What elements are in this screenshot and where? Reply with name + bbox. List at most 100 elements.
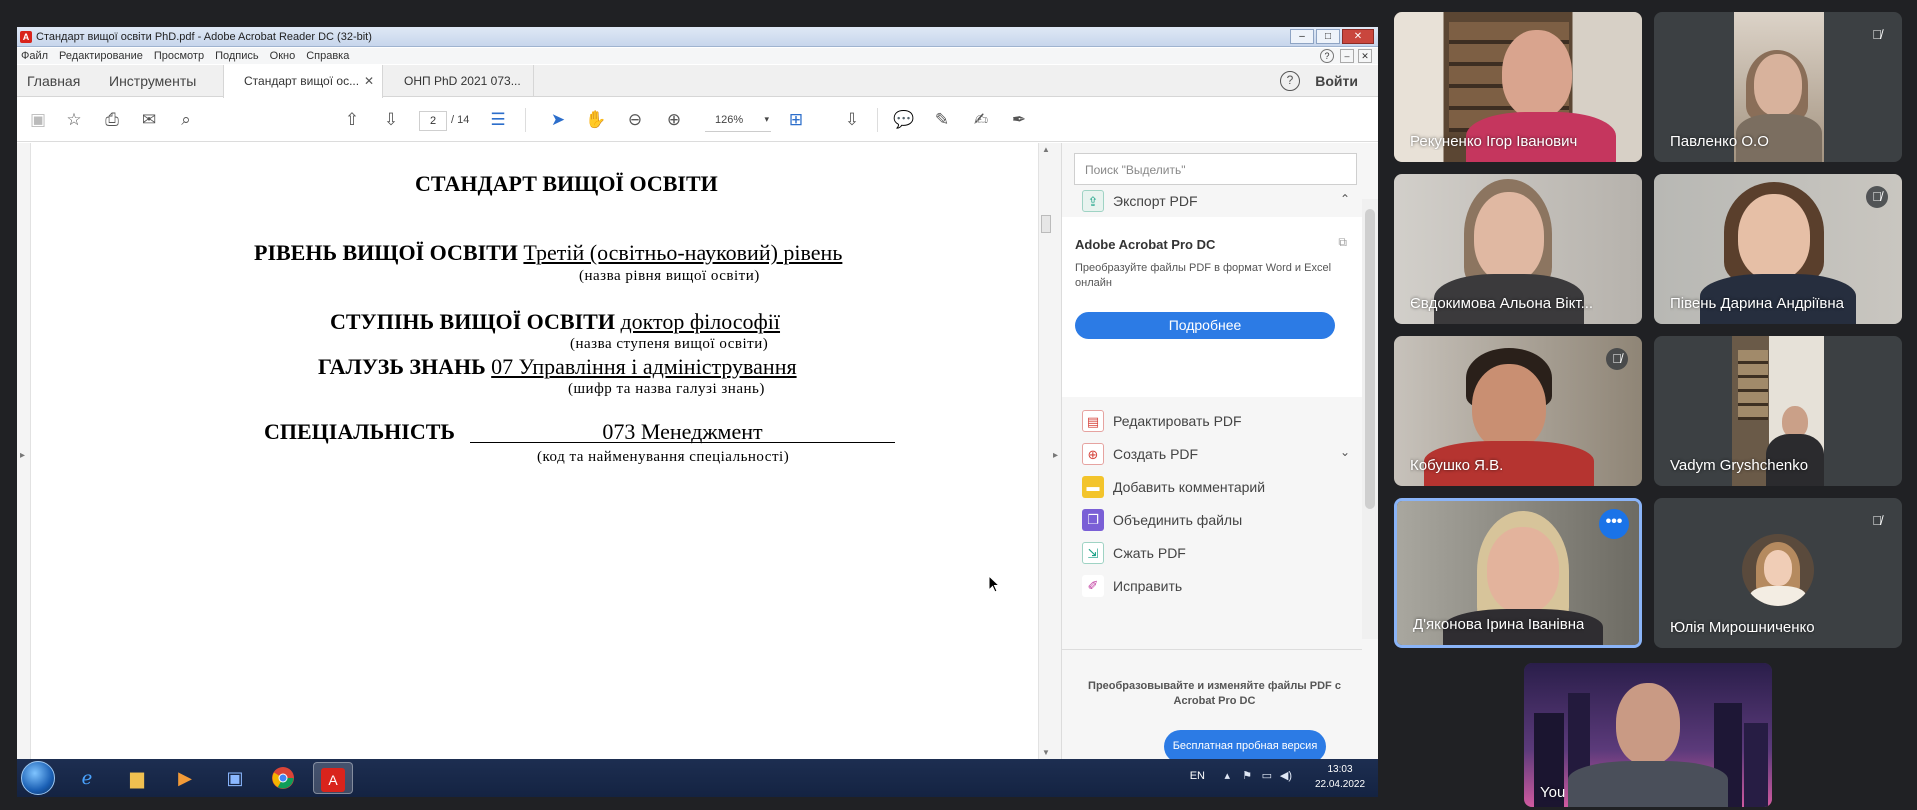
self-view-tile[interactable]: You bbox=[1524, 663, 1772, 807]
doc-specialty-label: СПЕЦІАЛЬНІСТЬ bbox=[264, 419, 455, 444]
page-up-icon[interactable]: ⇧ bbox=[341, 109, 363, 131]
doc-specialty-line: СПЕЦІАЛЬНІСТЬ bbox=[264, 419, 455, 445]
chevron-down-icon: ▾ bbox=[764, 114, 769, 124]
zoom-select[interactable]: 126% ▾ bbox=[705, 110, 771, 132]
chevron-up-icon[interactable]: ⌃ bbox=[1340, 192, 1350, 206]
participant-tile-speaking[interactable]: ••• Д'яконова Ірина Іванівна bbox=[1394, 498, 1642, 648]
menu-view[interactable]: Просмотр bbox=[154, 50, 204, 62]
save-icon[interactable]: ▣ bbox=[27, 109, 49, 131]
participant-name: Павленко О.О bbox=[1670, 133, 1769, 150]
fill-sign-icon[interactable]: ✒ bbox=[1008, 109, 1030, 131]
copy-icon[interactable]: ⧉ bbox=[1338, 235, 1347, 250]
fix-pen-icon: ✐ bbox=[1082, 575, 1104, 597]
participant-tile[interactable]: Рекуненко Ігор Іванович bbox=[1394, 12, 1642, 162]
network-icon[interactable]: ▭ bbox=[1262, 769, 1272, 782]
acrobat-titlebar: A Стандарт вищої освіти PhD.pdf - Adobe … bbox=[17, 27, 1378, 47]
tray-clock[interactable]: 13:03 22.04.2022 bbox=[1310, 762, 1370, 792]
media-player-icon[interactable]: ▶ bbox=[165, 762, 205, 794]
tool-fix[interactable]: ✐ Исправить bbox=[1062, 566, 1362, 606]
draw-icon[interactable]: ✍ bbox=[970, 109, 992, 131]
left-pane-toggle[interactable]: ▸ bbox=[17, 143, 31, 759]
participant-tile[interactable]: Євдокимова Альона Вікт... bbox=[1394, 174, 1642, 324]
page-down-icon[interactable]: ⇩ bbox=[380, 109, 402, 131]
page-display-icon[interactable]: ⇩ bbox=[841, 109, 863, 131]
participant-tile[interactable]: 🎙̸ Юлія Мирошниченко bbox=[1654, 498, 1902, 648]
participant-tile[interactable]: Vadym Gryshchenko bbox=[1654, 336, 1902, 486]
fit-page-icon[interactable]: ⊞ bbox=[785, 109, 807, 131]
participant-tile[interactable]: 🎙̸ Кобушко Я.В. bbox=[1394, 336, 1642, 486]
select-arrow-icon[interactable]: ➤ bbox=[547, 109, 569, 131]
scroll-mode-icon[interactable]: ☰ bbox=[487, 109, 509, 131]
tool-export-pdf[interactable]: ⇪ Экспорт PDF ⌃ bbox=[1062, 181, 1362, 221]
window-minimize-icon[interactable]: – bbox=[1290, 29, 1314, 44]
doc-field-line: ГАЛУЗЬ ЗНАНЬ 07 Управління і адмініструв… bbox=[318, 354, 797, 380]
doc-degree-value: доктор філософії bbox=[620, 309, 781, 334]
ie-icon[interactable]: ℯ bbox=[67, 762, 107, 794]
menu-file[interactable]: Файл bbox=[21, 50, 48, 62]
chrome-icon[interactable] bbox=[263, 762, 303, 794]
page-number-input[interactable]: 2 bbox=[419, 111, 447, 131]
tab-home[interactable]: Главная bbox=[27, 73, 80, 89]
start-button[interactable] bbox=[21, 761, 55, 795]
volume-icon[interactable]: ◀) bbox=[1280, 769, 1292, 782]
highlight-pen-icon[interactable]: ✎ bbox=[931, 109, 953, 131]
windows-taskbar: ℯ ▆ ▶ ▣ A EN ▴ ⚑ ▭ ◀) 13:03 22.04.2022 bbox=[17, 759, 1378, 797]
help-icon[interactable]: ? bbox=[1320, 49, 1334, 63]
zoom-in-icon[interactable]: ⊕ bbox=[663, 109, 685, 131]
print-icon[interactable]: ⎙ bbox=[101, 109, 123, 131]
menu-sign[interactable]: Подпись bbox=[215, 50, 259, 62]
window-maximize-icon[interactable]: □ bbox=[1316, 29, 1340, 44]
doc-level-line: РІВЕНЬ ВИЩОЇ ОСВІТИ Третій (освітньо-нау… bbox=[254, 240, 842, 266]
card-text: Преобразуйте файлы PDF в формат Word и E… bbox=[1075, 262, 1332, 289]
document-scrollbar[interactable]: ▲ ▼ bbox=[1038, 143, 1052, 759]
floppy-save-icon[interactable]: ▣ bbox=[215, 762, 255, 794]
window-close-icon[interactable]: ✕ bbox=[1342, 29, 1374, 44]
tab-close-icon[interactable]: ✕ bbox=[364, 74, 374, 88]
star-icon[interactable]: ☆ bbox=[63, 109, 85, 131]
participant-tile[interactable]: 🎙̸ Півень Дарина Андріївна bbox=[1654, 174, 1902, 324]
email-icon[interactable]: ✉ bbox=[138, 109, 160, 131]
doc-minimize-icon[interactable]: – bbox=[1340, 49, 1354, 63]
tray-arrow-icon[interactable]: ▴ bbox=[1224, 769, 1230, 782]
mic-off-icon: 🎙̸ bbox=[1872, 513, 1882, 528]
help-circle-icon[interactable]: ? bbox=[1280, 71, 1300, 91]
doc-field-hint: (шифр та назва галузі знань) bbox=[568, 381, 765, 397]
free-trial-button[interactable]: Бесплатная пробная версия bbox=[1164, 730, 1326, 759]
comment-icon: ▬ bbox=[1082, 476, 1104, 498]
right-pane-toggle[interactable]: ▸ bbox=[1052, 143, 1061, 759]
more-options-icon[interactable]: ••• bbox=[1599, 509, 1629, 539]
participant-tile[interactable]: 🎙̸ Павленко О.О bbox=[1654, 12, 1902, 162]
tools-scrollbar[interactable] bbox=[1362, 199, 1378, 639]
page-total: / 14 bbox=[451, 114, 470, 126]
participant-name: Vadym Gryshchenko bbox=[1670, 457, 1809, 474]
chevron-down-icon[interactable]: ⌄ bbox=[1340, 445, 1350, 459]
zoom-out-icon[interactable]: ⊖ bbox=[624, 109, 646, 131]
doc-close-icon[interactable]: ✕ bbox=[1358, 49, 1372, 63]
avatar bbox=[1742, 534, 1814, 606]
comment-icon[interactable]: 💬 bbox=[893, 109, 915, 131]
tab-tools[interactable]: Инструменты bbox=[109, 73, 196, 89]
tool-label: Редактировать PDF bbox=[1113, 413, 1242, 429]
language-indicator[interactable]: EN bbox=[1190, 770, 1205, 782]
pdf-page: СТАНДАРТ ВИЩОЇ ОСВІТИ РІВЕНЬ ВИЩОЇ ОСВІТ… bbox=[32, 143, 1038, 759]
participant-name: Кобушко Я.В. bbox=[1410, 457, 1504, 474]
tool-label: Создать PDF bbox=[1113, 446, 1199, 462]
menu-window[interactable]: Окно bbox=[270, 50, 296, 62]
hand-tool-icon[interactable]: ✋ bbox=[585, 109, 607, 131]
tab-document-other[interactable]: ОНП PhD 2021 073... bbox=[384, 65, 534, 97]
acrobat-taskbar-icon[interactable]: A bbox=[313, 762, 353, 794]
explorer-folder-icon[interactable]: ▆ bbox=[117, 762, 157, 794]
meet-window: A Стандарт вищої освіти PhD.pdf - Adobe … bbox=[0, 0, 1917, 810]
search-icon[interactable]: ⌕ bbox=[175, 109, 197, 131]
clock-date: 22.04.2022 bbox=[1314, 779, 1366, 790]
signin-button[interactable]: Войти bbox=[1315, 73, 1358, 89]
menu-help[interactable]: Справка bbox=[306, 50, 349, 62]
flag-icon[interactable]: ⚑ bbox=[1242, 769, 1252, 782]
doc-title: СТАНДАРТ ВИЩОЇ ОСВІТИ bbox=[415, 171, 718, 196]
learn-more-button[interactable]: Подробнее bbox=[1075, 312, 1335, 339]
create-pdf-icon: ⊕ bbox=[1082, 443, 1104, 465]
menu-edit[interactable]: Редактирование bbox=[59, 50, 143, 62]
tab-document-label: Стандарт вищої ос... bbox=[244, 74, 360, 88]
tab-document-active[interactable]: Стандарт вищої ос... ✕ bbox=[223, 65, 383, 98]
doc-degree-label: СТУПІНЬ ВИЩОЇ ОСВІТИ bbox=[330, 309, 615, 334]
